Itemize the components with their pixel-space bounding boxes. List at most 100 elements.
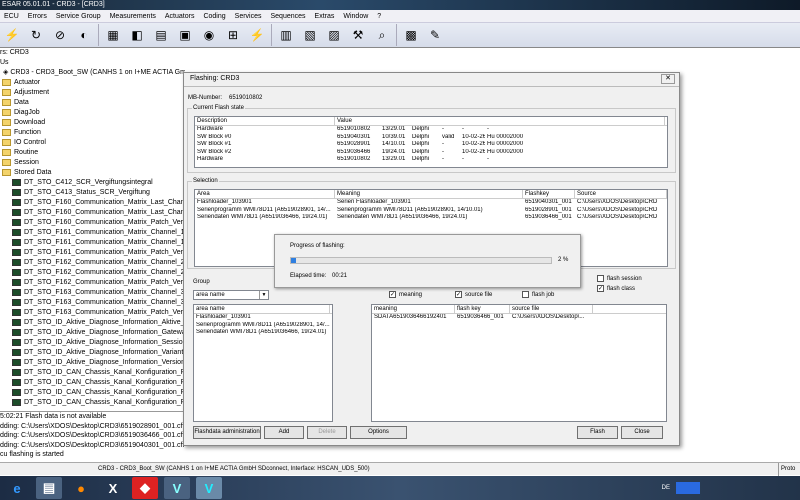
column-header[interactable]: meaning xyxy=(372,305,455,313)
checkbox-flash-job[interactable]: flash job xyxy=(522,291,554,298)
toolbar-icon-17[interactable]: ✎ xyxy=(425,25,445,45)
table-row[interactable]: SW Block #0 6519040301 10/39.01 Delphi valid… xyxy=(195,134,667,142)
tree-root[interactable]: ◈ CRD3 - CRD3_Boot_SW (CANHS 1 on I+ME A… xyxy=(0,68,185,78)
table-row[interactable]: Flashloader_103901 xyxy=(194,314,332,322)
toolbar-icon-11[interactable]: ▥ xyxy=(276,25,296,45)
tree-item[interactable]: DT_STO_F162_Communication_Matrix_Channel… xyxy=(0,258,185,268)
tree-item[interactable]: DT_STO_F161_Communication_Matrix_Channel… xyxy=(0,228,185,238)
checkbox-box[interactable]: ✓ xyxy=(389,291,396,298)
tree-folder[interactable]: Function xyxy=(0,128,185,138)
tree-item[interactable]: DT_STO_C412_SCR_Vergiftungsintegral xyxy=(0,178,185,188)
toolbar-icon-6[interactable]: ▤ xyxy=(151,25,171,45)
menu-item-6[interactable]: Services xyxy=(235,10,262,22)
tree-item[interactable]: DT_STO_ID_Aktive_Diagnose_Information_Ve… xyxy=(0,358,185,368)
column-header[interactable]: Description xyxy=(195,117,335,125)
tree-folder[interactable]: DiagJob xyxy=(0,108,185,118)
tree-item[interactable]: DT_STO_C413_Status_SCR_Vergiftung xyxy=(0,188,185,198)
column-header[interactable]: Area xyxy=(195,190,335,198)
checkbox-box[interactable]: ✓ xyxy=(455,291,462,298)
tree-item[interactable]: DT_STO_F160_Communication_Matrix_Patch_V… xyxy=(0,218,185,228)
tree-folder[interactable]: Data xyxy=(0,98,185,108)
table-row[interactable]: Hardware 6519010802 13/29.01 Delphi - - - xyxy=(195,126,667,134)
tree-item[interactable]: DT_STO_ID_CAN_Chassis_Kanal_Konfiguratio… xyxy=(0,378,185,388)
tray-icons[interactable] xyxy=(676,482,700,494)
menu-item-5[interactable]: Coding xyxy=(203,10,225,22)
checkbox-box[interactable] xyxy=(597,275,604,282)
flashdata-administration-button[interactable]: Flashdata administration xyxy=(193,426,261,439)
vediamo-active-icon[interactable]: V xyxy=(196,477,222,499)
close-button[interactable]: Close xyxy=(621,426,663,439)
ecu-tree[interactable]: rs: CRD3 Us ◈ CRD3 - CRD3_Boot_SW (CANHS 1… xyxy=(0,48,185,410)
tree-item[interactable]: DT_STO_F162_Communication_Matrix_Channel… xyxy=(0,268,185,278)
column-header[interactable]: Flashkey xyxy=(523,190,575,198)
toolbar-icon-5[interactable]: ◧ xyxy=(127,25,147,45)
checkbox-meaning[interactable]: ✓ meaning xyxy=(389,291,422,298)
column-header[interactable]: Source xyxy=(575,190,667,198)
table-row[interactable]: SW Block #2 6519036466 19/24.01 Delphi - 10-0… xyxy=(195,149,667,157)
explorer-icon[interactable]: ▤ xyxy=(36,477,62,499)
toolbar-icon-16[interactable]: ▩ xyxy=(401,25,421,45)
tree-item[interactable]: DT_STO_ID_Aktive_Diagnose_Information_Ga… xyxy=(0,328,185,338)
area-name-list[interactable]: area name Flashloader_103901 Serienprogram… xyxy=(193,304,333,422)
table-row[interactable]: Flashloader_103901 Serien Flashloader_103… xyxy=(195,199,667,207)
xentry-icon[interactable]: X xyxy=(100,477,126,499)
toolbar-icon-15[interactable]: ⌕ xyxy=(372,25,392,45)
checkbox-box[interactable] xyxy=(522,291,529,298)
tree-item[interactable]: DT_STO_F161_Communication_Matrix_Patch_V… xyxy=(0,248,185,258)
tree-folder[interactable]: Download xyxy=(0,118,185,128)
table-row[interactable]: SDATA6519036466192401 6519036466_001 C:\Us… xyxy=(372,314,666,322)
toolbar-icon-8[interactable]: ◉ xyxy=(199,25,219,45)
tree-folder[interactable]: Routine xyxy=(0,148,185,158)
tree-item[interactable]: DT_STO_ID_Aktive_Diagnose_Information_Va… xyxy=(0,348,185,358)
toolbar-icon-4[interactable]: ▦ xyxy=(103,25,123,45)
flash-data-list[interactable]: meaning flash key source file SDATA65190364… xyxy=(371,304,667,422)
toolbar-icon-12[interactable]: ▧ xyxy=(300,25,320,45)
menu-item-2[interactable]: Service Group xyxy=(56,10,101,22)
column-header[interactable]: area name xyxy=(194,305,330,313)
close-icon[interactable]: ✕ xyxy=(661,74,675,84)
chevron-down-icon[interactable]: ▼ xyxy=(259,291,268,299)
tree-folder[interactable]: IO Control xyxy=(0,138,185,148)
table-row[interactable]: Seriendaten WMI78D1 (A6519036466, 19/24.… xyxy=(194,329,332,337)
tree-item[interactable]: DT_STO_F160_Communication_Matrix_Last_Ch… xyxy=(0,208,185,218)
firefox-icon[interactable]: ● xyxy=(68,477,94,499)
ie-icon[interactable]: e xyxy=(4,477,30,499)
tree-item[interactable]: DT_STO_ID_CAN_Chassis_Kanal_Konfiguratio… xyxy=(0,398,185,408)
vediamo-icon[interactable]: V xyxy=(164,477,190,499)
tree-item[interactable]: DT_STO_F162_Communication_Matrix_Patch_V… xyxy=(0,278,185,288)
menu-item-9[interactable]: Window xyxy=(343,10,368,22)
toolbar-icon-0[interactable]: ⚡ xyxy=(2,25,22,45)
tree-folder[interactable]: Actuator xyxy=(0,78,185,88)
menu-item-0[interactable]: ECU xyxy=(4,10,19,22)
flash-button[interactable]: Flash xyxy=(577,426,618,439)
tree-item[interactable]: DT_STO_F160_Communication_Matrix_Last_Ch… xyxy=(0,198,185,208)
checkbox-flash-class[interactable]: ✓ flash class xyxy=(597,285,635,292)
menu-item-3[interactable]: Measurements xyxy=(110,10,156,22)
options-button[interactable]: Options xyxy=(350,426,407,439)
tree-folder[interactable]: Session xyxy=(0,158,185,168)
add-button[interactable]: Add xyxy=(264,426,304,439)
tree-item[interactable]: DT_STO_F163_Communication_Matrix_Patch_V… xyxy=(0,308,185,318)
language-indicator[interactable]: DE xyxy=(662,485,670,491)
toolbar-icon-13[interactable]: ▨ xyxy=(324,25,344,45)
column-header[interactable]: flash key xyxy=(455,305,510,313)
toolbar-icon-14[interactable]: ⚒ xyxy=(348,25,368,45)
table-row[interactable]: Seriendaten WMI78D1 (A6519036466, 19/24.… xyxy=(195,214,667,222)
menu-item-8[interactable]: Extras xyxy=(315,10,335,22)
table-row[interactable]: Serienprogramm WMI78D11 (A6519028901, 14… xyxy=(195,207,667,215)
column-header[interactable]: source file xyxy=(510,305,593,313)
toolbar-icon-3[interactable]: ◐ xyxy=(74,25,94,45)
tree-item[interactable]: DT_STO_ID_CAN_Chassis_Kanal_Konfiguratio… xyxy=(0,368,185,378)
table-row[interactable]: Hardware 6519010802 13/29.01 Delphi - - - xyxy=(195,156,667,164)
flash-state-list[interactable]: Description Value Hardware 6519010802 13/29.… xyxy=(194,116,668,168)
tree-item[interactable]: DT_STO_F163_Communication_Matrix_Channel… xyxy=(0,298,185,308)
tree-item[interactable]: DT_STO_ID_CAN_Chassis_Kanal_Konfiguratio… xyxy=(0,388,185,398)
toolbar-icon-7[interactable]: ▣ xyxy=(175,25,195,45)
toolbar-icon-2[interactable]: ⊘ xyxy=(50,25,70,45)
toolbar-icon-1[interactable]: ↻ xyxy=(26,25,46,45)
menu-item-7[interactable]: Sequences xyxy=(271,10,306,22)
tree-folder[interactable]: Adjustment xyxy=(0,88,185,98)
teamviewer-icon[interactable]: ◆ xyxy=(132,477,158,499)
tree-item[interactable]: DT_STO_F163_Communication_Matrix_Channel… xyxy=(0,288,185,298)
table-row[interactable]: Serienprogramm WMI78D11 (A6519028901, 14… xyxy=(194,322,332,330)
